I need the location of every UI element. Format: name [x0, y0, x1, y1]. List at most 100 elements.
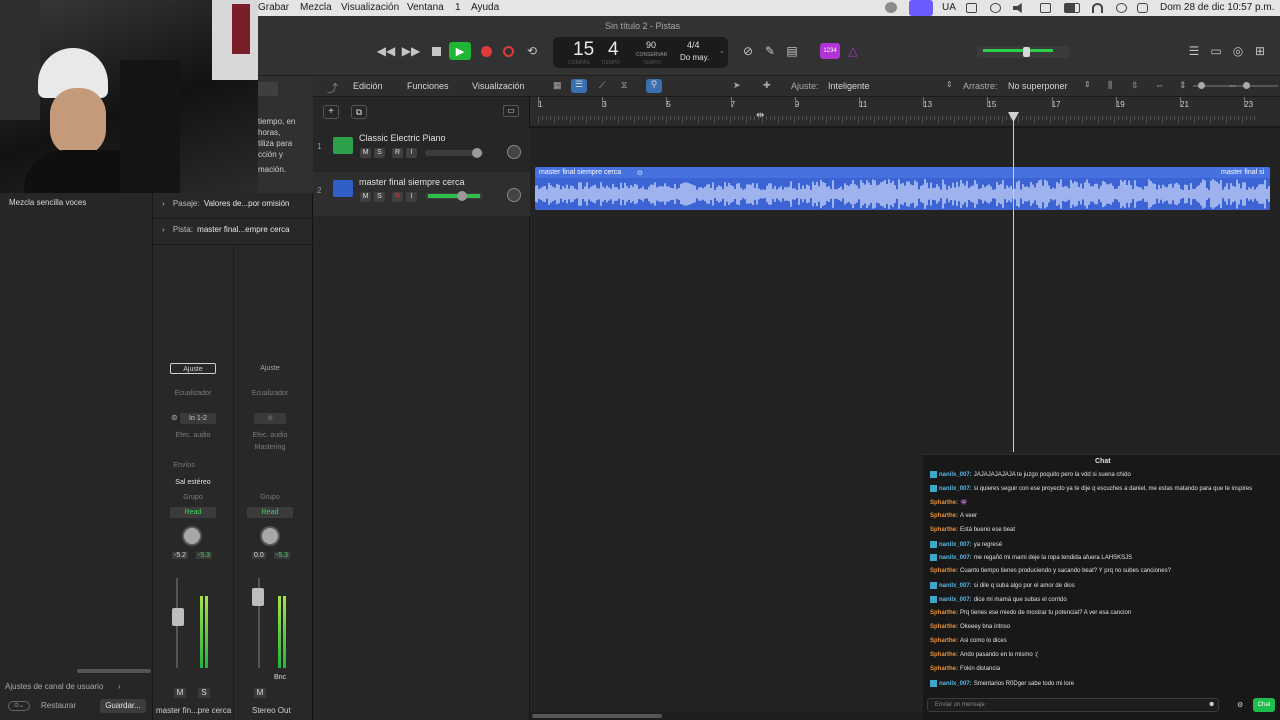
mute-button[interactable]: M [360, 192, 371, 202]
chat-input[interactable]: Enviar un mensaje ☻ [927, 698, 1219, 712]
language-indicator[interactable]: UA [942, 2, 956, 13]
volume-value[interactable]: 0.0 [252, 552, 266, 559]
chat-username[interactable]: Spharthe: [930, 513, 958, 519]
display-icon[interactable] [966, 3, 977, 13]
chat-username[interactable]: nanilx_007: [939, 583, 972, 589]
volume-knob[interactable] [1023, 47, 1030, 57]
zoom-horizontal-icon[interactable]: ⇔ [1228, 80, 1237, 90]
slider-knob[interactable] [472, 148, 482, 158]
view-menu[interactable]: Visualización [472, 81, 524, 91]
lcd-signature[interactable]: 4/4 [687, 40, 700, 50]
lcd-display[interactable]: 15 4 COMPÁS TIEMPO 90 CONSERVAR TEMPO 4/… [553, 37, 728, 68]
list-editor-button[interactable]: ☰ [1186, 44, 1202, 58]
eq-slot[interactable]: Ecualizador [247, 388, 293, 399]
channel-settings-link[interactable]: Ajustes de canal de usuario [5, 682, 103, 691]
flex-icon[interactable]: ⧖ [621, 80, 627, 91]
play-button[interactable]: ▶ [449, 42, 471, 60]
rewind-button[interactable]: ◀◀ [377, 44, 395, 58]
loops-button[interactable]: ◎ [1230, 44, 1246, 58]
list-view-icon[interactable]: ☰ [571, 79, 587, 93]
control-center-icon[interactable] [1040, 3, 1051, 13]
chat-username[interactable]: Spharthe: [930, 624, 958, 630]
sends-slot[interactable]: Envíos [170, 460, 198, 471]
chat-username[interactable]: nanilx_007: [939, 597, 972, 603]
snap-icon[interactable]: ⚲ [646, 79, 662, 93]
duplicate-track-button[interactable]: ⧉ [351, 105, 367, 119]
chat-username[interactable]: Spharthe: [930, 652, 958, 658]
input-monitor-button[interactable]: I [406, 192, 417, 202]
chat-username[interactable]: Spharthe: [930, 568, 958, 574]
grid-view-icon[interactable]: ▦ [553, 80, 562, 91]
crosshair-tool-icon[interactable]: ✚ [763, 80, 771, 91]
solo-button[interactable]: S [374, 192, 385, 202]
menu-grabar[interactable]: Grabar [258, 2, 289, 13]
fit-vertical-icon[interactable]: ⇳ [1131, 80, 1139, 91]
settings-icon[interactable]: ⚙ [1237, 701, 1243, 709]
solo-button[interactable]: S [198, 688, 210, 698]
master-volume-slider[interactable] [977, 46, 1070, 58]
save-button[interactable]: Guardar... [100, 699, 146, 713]
fx-slot[interactable]: Efec. audio [247, 430, 293, 441]
clock[interactable]: Dom 28 de dic 10:57 p.m. [1160, 2, 1275, 13]
track-volume-slider[interactable] [425, 148, 483, 158]
ruler[interactable]: 1 3 5 7 9 11 13 15 17 19 21 23 [530, 97, 1280, 127]
battery-icon[interactable] [1064, 3, 1080, 13]
pan-knob[interactable] [507, 188, 521, 202]
library-scrollbar[interactable] [77, 669, 151, 673]
play-icon[interactable] [990, 3, 1001, 13]
tuner-button[interactable]: ⊘ [740, 44, 756, 58]
emoji-icon[interactable]: ☻ [1208, 701, 1215, 708]
output-slot[interactable]: Sal estéreo [170, 477, 216, 488]
pan-knob[interactable] [507, 145, 521, 159]
curve-icon[interactable]: ⟋ [599, 80, 605, 91]
options-icon[interactable]: ⊙⌄ [8, 701, 30, 711]
functions-menu[interactable]: Funciones [407, 81, 449, 91]
solo-button[interactable]: S [374, 148, 385, 158]
volume-value[interactable]: -5.2 [172, 552, 189, 559]
menu-ventana[interactable]: Ventana [407, 2, 444, 13]
chat-username[interactable]: nanilx_007: [939, 486, 972, 492]
scrollbar-thumb[interactable] [532, 714, 662, 718]
menu-1[interactable]: 1 [455, 2, 461, 13]
snap-select[interactable]: Inteligente [828, 81, 870, 91]
list-button[interactable]: ▤ [784, 44, 800, 58]
setting-button[interactable]: Ajuste [247, 363, 293, 374]
chat-username[interactable]: nanilx_007: [939, 542, 972, 548]
drag-select[interactable]: No superponer [1008, 81, 1068, 91]
volume-icon[interactable] [1013, 3, 1022, 13]
horizontal-zoom-slider[interactable] [1243, 82, 1278, 89]
library-item[interactable]: Mezcla sencilla voces [9, 198, 86, 207]
input-monitor-button[interactable]: I [406, 148, 417, 158]
mute-button[interactable]: M [360, 148, 371, 158]
volume-fader[interactable] [172, 608, 184, 626]
input-slot[interactable]: In 1-2 [180, 413, 216, 424]
fx-slot[interactable]: Efec. audio [170, 430, 216, 441]
track-inspector-row[interactable]: › Pista: master final...empre cerca [162, 225, 290, 234]
screen-share-icon[interactable] [909, 0, 933, 16]
region-inspector-row[interactable]: › Pasaje: Valores de...por omisión [162, 199, 290, 208]
lcd-tempo[interactable]: 90 [646, 40, 656, 50]
record-enable-button[interactable]: R [392, 192, 403, 202]
chat-username[interactable]: Spharthe: [930, 500, 958, 506]
track-name[interactable]: Classic Electric Piano [359, 133, 446, 143]
track-row-2[interactable]: 2 master final siempre cerca M S R I [313, 172, 530, 216]
waveform-zoom-icon[interactable]: ⫼ [1108, 80, 1112, 91]
global-tracks-button[interactable]: ▭ [503, 105, 519, 117]
link-icon[interactable]: ⊚ [254, 413, 286, 424]
pan-knob[interactable] [182, 526, 202, 546]
pointer-tool-icon[interactable]: ➤ [733, 80, 741, 91]
metronome-button[interactable]: △ [845, 44, 861, 58]
notification-icon[interactable] [1137, 3, 1148, 13]
fit-horizontal-icon[interactable]: ⇔ [1155, 80, 1164, 90]
chat-username[interactable]: Spharthe: [930, 638, 958, 644]
eq-slot[interactable]: Ecualizador [170, 388, 216, 399]
add-track-button[interactable]: + [323, 105, 339, 119]
back-icon[interactable]: ⤴ [327, 80, 338, 96]
mute-button[interactable]: M [254, 688, 266, 698]
group-slot[interactable]: Grupo [170, 492, 216, 503]
vertical-zoom-slider[interactable] [1193, 82, 1248, 89]
volume-fader[interactable] [252, 588, 264, 606]
menu-visualizacion[interactable]: Visualización [341, 2, 399, 13]
slider-knob[interactable] [1243, 82, 1250, 89]
pencil-button[interactable]: ✎ [762, 44, 778, 58]
